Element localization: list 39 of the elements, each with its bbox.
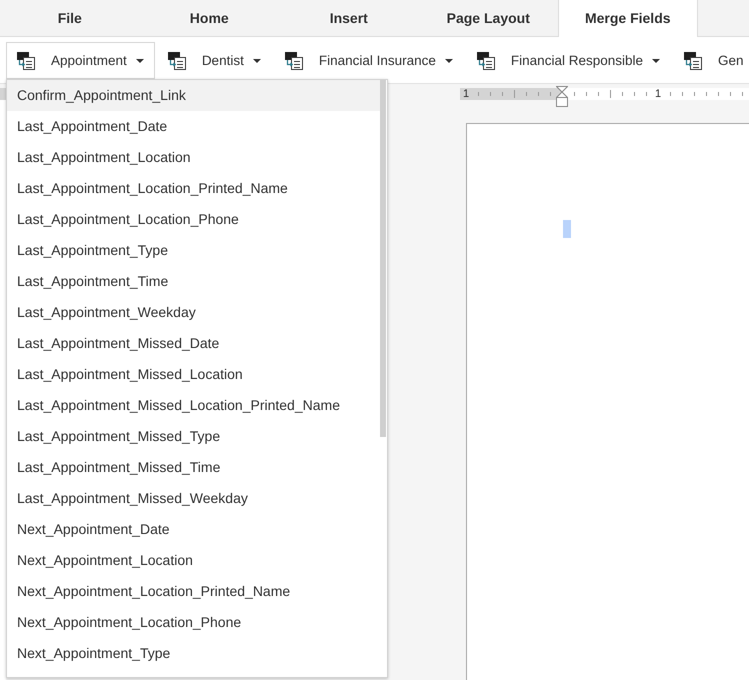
scrollbar-thumb[interactable] xyxy=(380,80,386,437)
tab[interactable]: Home xyxy=(140,0,279,36)
menu-item[interactable]: Last_Appointment_Missed_Date xyxy=(7,328,380,359)
documents-icon xyxy=(284,52,303,70)
field-button[interactable]: Gen xyxy=(673,42,745,79)
menu-item[interactable]: Last_Appointment_Time xyxy=(7,266,380,297)
menu-item[interactable]: Next_Appointment_Date xyxy=(7,514,380,545)
documents-icon xyxy=(684,52,702,70)
field-menu-button[interactable]: Financial Responsible xyxy=(466,42,671,79)
documents-icon xyxy=(476,52,495,70)
menu-item[interactable]: Last_Appointment_Missed_Weekday xyxy=(7,483,380,514)
menu-item[interactable]: Next_Appointment_Location_Printed_Name xyxy=(7,576,380,607)
menu-item[interactable]: Next_Appointment_Location_Phone xyxy=(7,607,380,638)
tab[interactable]: Insert xyxy=(279,0,418,36)
menu-item[interactable]: Last_Appointment_Missed_Type xyxy=(7,421,380,452)
ruler-number: 1 xyxy=(462,88,470,100)
menu-item[interactable]: Last_Appointment_Location xyxy=(7,142,380,173)
menu-item[interactable]: Next_Appointment_Location xyxy=(7,545,380,576)
menu-item[interactable]: Next_Appointment_Type xyxy=(7,638,380,669)
menu-item[interactable]: Last_Appointment_Missed_Location_Printed_Name xyxy=(7,390,380,421)
menu-item[interactable]: Last_Appointment_Type xyxy=(7,235,380,266)
documents-icon xyxy=(17,52,35,70)
menu-item[interactable]: Last_Appointment_Location_Phone xyxy=(7,204,380,235)
field-menu-button[interactable]: Appointment xyxy=(6,42,155,79)
text-cursor xyxy=(563,220,571,238)
tab[interactable]: Page Layout xyxy=(418,0,558,36)
menu-item[interactable]: Confirm_Appointment_Link xyxy=(7,80,380,111)
menu-item[interactable]: Last_Appointment_Date xyxy=(7,111,380,142)
ruler-number: 1 xyxy=(654,88,662,100)
menu-item[interactable]: Last_Appointment_Location_Printed_Name xyxy=(7,173,380,204)
tab[interactable]: File xyxy=(0,0,140,36)
field-menu-button[interactable]: Financial Insurance xyxy=(274,42,464,79)
field-menu-button[interactable]: Dentist xyxy=(156,42,272,79)
tab[interactable]: Merge Fields xyxy=(558,0,698,37)
menu-item[interactable]: Last_Appointment_Missed_Location xyxy=(7,359,380,390)
indent-marker-icon[interactable] xyxy=(556,86,568,107)
menu-item[interactable]: Last_Appointment_Weekday xyxy=(7,297,380,328)
documents-icon xyxy=(168,52,186,70)
menu-item[interactable]: Last_Appointment_Missed_Time xyxy=(7,452,380,483)
